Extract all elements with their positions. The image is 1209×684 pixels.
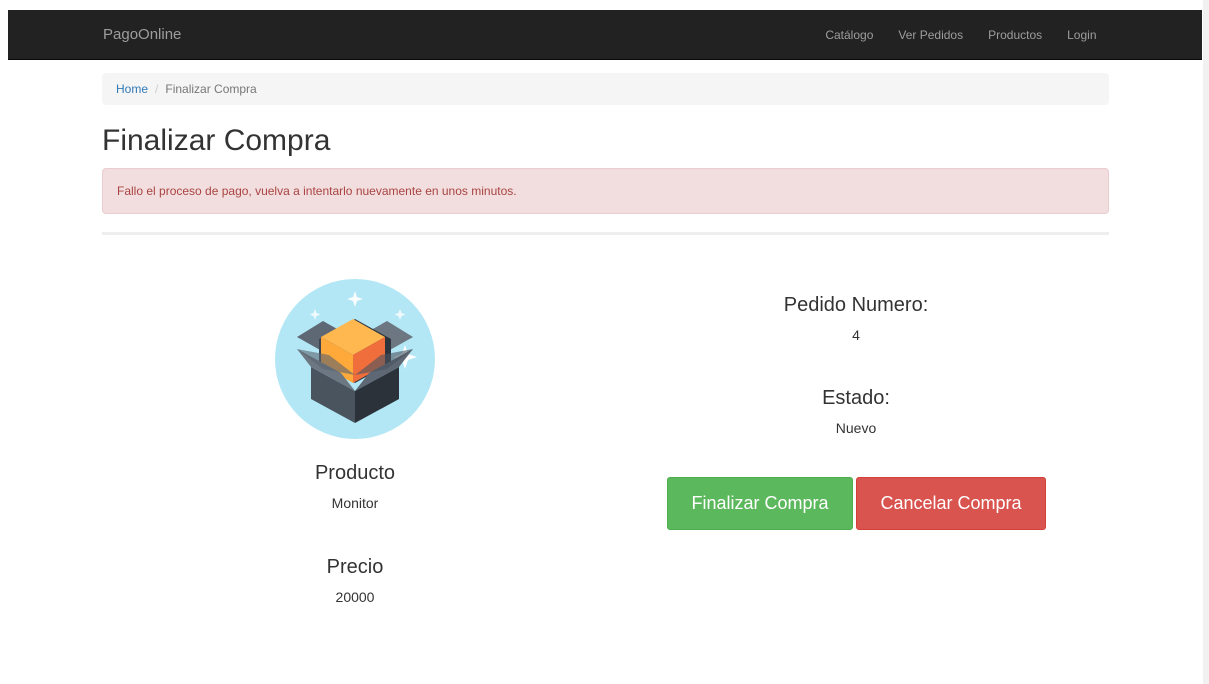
- nav-link-productos[interactable]: Productos: [976, 10, 1055, 60]
- product-name-value: Monitor: [331, 495, 379, 511]
- open-box-icon: [275, 279, 435, 439]
- product-price-label: Precio: [326, 556, 384, 578]
- scrollbar-track[interactable]: [1203, 0, 1209, 684]
- breadcrumb: Home / Finalizar Compra: [102, 73, 1109, 105]
- order-status-group: Estado: Nuevo: [756, 384, 956, 438]
- order-number-group: Pedido Numero: 4: [756, 291, 956, 345]
- nav-link-catalogo[interactable]: Catálogo: [813, 10, 886, 60]
- error-alert-message: Fallo el proceso de pago, vuelva a inten…: [117, 184, 517, 198]
- page: PagoOnline Catálogo Ver Pedidos Producto…: [0, 0, 1209, 684]
- page-title: Finalizar Compra: [102, 124, 331, 157]
- nav-links: Catálogo Ver Pedidos Productos Login: [813, 10, 1109, 60]
- cancel-purchase-button[interactable]: Cancelar Compra: [856, 477, 1046, 530]
- product-name-group: Producto Monitor: [255, 459, 455, 513]
- order-number-label: Pedido Numero:: [783, 294, 929, 316]
- finalize-purchase-button[interactable]: Finalizar Compra: [667, 477, 853, 530]
- navbar: PagoOnline Catálogo Ver Pedidos Producto…: [8, 10, 1202, 60]
- nav-link-ver-pedidos[interactable]: Ver Pedidos: [886, 10, 976, 60]
- error-alert: Fallo el proceso de pago, vuelva a inten…: [102, 168, 1109, 214]
- breadcrumb-current: Finalizar Compra: [165, 82, 257, 96]
- order-status-label: Estado:: [822, 387, 890, 409]
- product-name-label: Producto: [314, 462, 396, 484]
- divider: [102, 232, 1109, 235]
- brand-link[interactable]: PagoOnline: [103, 10, 181, 60]
- product-price-group: Precio 20000: [255, 553, 455, 607]
- product-price-value: 20000: [335, 589, 375, 605]
- breadcrumb-separator: /: [155, 82, 159, 96]
- order-number-value: 4: [852, 327, 860, 343]
- nav-link-login[interactable]: Login: [1055, 10, 1109, 60]
- order-status-value: Nuevo: [835, 420, 877, 436]
- breadcrumb-home-link[interactable]: Home: [116, 82, 148, 96]
